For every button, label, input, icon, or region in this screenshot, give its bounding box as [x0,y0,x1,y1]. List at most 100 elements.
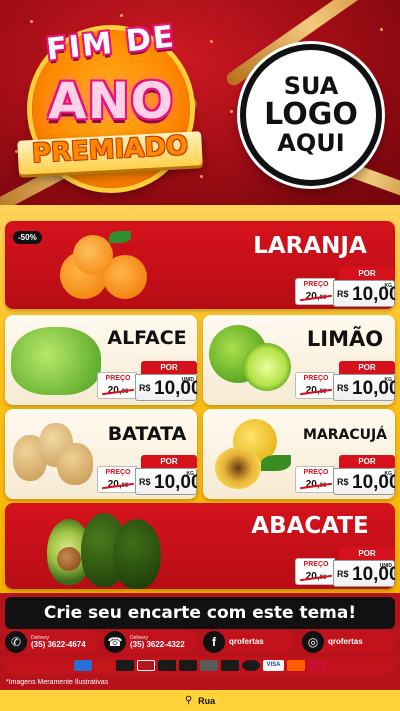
contact-value: (35) 3622-4322 [130,639,185,649]
por-label: POR [339,267,395,280]
product-name: ABACATE [251,513,369,539]
product-card-abacate[interactable]: ABACATE POR PREÇO 20,00 R$ 10,00 UNID [5,503,395,589]
lime-slice-icon [243,343,291,391]
contact-instagram[interactable]: ◎ qrofertas [302,631,395,653]
logo-line: SUA [283,72,339,101]
price-tag: POR PREÇO 20,00 R$ 10,00 UNID [295,547,395,587]
product-name: ALFACE [107,327,187,349]
sparkle [120,14,123,17]
leaf-icon [109,231,131,243]
logo-line: LOGO [264,97,358,133]
unit-label: UNID [379,563,392,569]
por-label: POR [141,455,197,468]
product-card-laranja[interactable]: -50% LARANJA POR PREÇO 20,00 R$ 10,00 KG [5,221,395,309]
currency: R$ [139,383,151,393]
currency: R$ [337,569,349,579]
new-price-box: R$ 10,00 KG [333,374,395,401]
sparkle [380,28,383,31]
logo-placeholder[interactable]: SUA LOGO AQUI [240,44,382,186]
whatsapp-icon: ✆ [5,631,27,653]
contact-whatsapp[interactable]: ✆ Delivery (35) 3622-4674 [5,631,99,653]
product-card-limao[interactable]: LIMÃO POR PREÇO 20,00 R$ 10,00 KG [203,315,395,405]
sparkle [30,20,33,23]
preco-label: PREÇO [303,561,329,568]
elo-icon [116,660,135,671]
leaf-icon [261,455,291,471]
new-price-box: R$ 10,00 UNID [333,560,395,587]
phone-icon: ☎ [104,631,126,653]
hipercard-icon [137,660,156,671]
preco-label: PREÇO [105,469,131,476]
currency: R$ [337,289,349,299]
old-price-box: PREÇO 20,00 [97,372,137,399]
price-tag: POR PREÇO 20,00 R$ 10,00 UNID [97,361,197,401]
pix-icon [179,660,198,671]
new-price-box: R$ 10,00 UNID [135,374,197,401]
disclaimer: *Imagens Meramente Ilustrativas [6,679,109,686]
amex-icon [74,660,93,671]
flyer-page: FIM DE ANO PREMIADO SUA LOGO AQUI -50% L… [0,0,400,711]
old-price-box: PREÇO 20,00 [97,466,137,493]
old-price-box: PREÇO 20,00 [295,558,335,585]
payment-methods: VISA [5,657,395,674]
card-red-icon [95,660,114,671]
old-price-box: PREÇO 20,00 [295,278,335,305]
avocado-seed-icon [57,547,81,571]
por-label: POR [339,455,395,468]
logo-line: AQUI [277,128,345,157]
price-tag: POR PREÇO 20,00 R$ 10,00 KG [295,455,395,495]
sparkle [230,110,233,113]
contact-value: qrofertas [229,637,264,646]
new-price-box: R$ 10,00 KG [333,468,395,495]
preco-label: PREÇO [303,281,329,288]
instagram-icon: ◎ [302,631,324,653]
unit-label: KG [186,471,195,477]
preco-label: PREÇO [105,375,131,382]
old-price-box: PREÇO 20,00 [295,466,335,493]
new-price-box: R$ 10,00 KG [135,468,197,495]
facebook-icon: f [203,631,225,653]
passion-fruit-half-icon [215,447,261,489]
lettuce-icon [11,327,101,395]
sparkle [210,40,213,43]
avocado-icon [113,519,161,589]
location-pin-icon: ⚲ [184,695,193,706]
card-icon [158,660,177,671]
orange-icon [73,235,113,275]
products-area: -50% LARANJA POR PREÇO 20,00 R$ 10,00 KG [0,205,400,593]
cta-banner[interactable]: Crie seu encarte com este tema! [5,597,395,629]
unit-label: KG [384,377,393,383]
new-price-box: R$ 10,00 KG [333,280,395,307]
por-label: POR [339,361,395,374]
discount-badge: -50% [13,231,42,244]
contact-value: (35) 3622-4674 [31,639,86,649]
coin-icon [242,660,261,671]
address-text: Rua [198,695,216,706]
por-label: POR [141,361,197,374]
product-card-maracuja[interactable]: MARACUJÁ POR PREÇO 20,00 R$ 10,00 KG [203,409,395,499]
por-label: POR [339,547,395,560]
contact-facebook[interactable]: f qrofertas [203,631,295,653]
product-card-batata[interactable]: BATATA POR PREÇO 20,00 R$ 10,00 KG [5,409,197,499]
contact-label: Delivery [130,634,149,641]
preco-label: PREÇO [303,375,329,382]
header-banner: FIM DE ANO PREMIADO SUA LOGO AQUI [0,0,400,205]
product-name: LIMÃO [306,327,384,351]
title-main: ANO [47,72,175,130]
redshop-icon [307,660,326,671]
visa-icon: VISA [263,660,284,671]
currency: R$ [337,383,349,393]
contact-value: qrofertas [328,637,363,646]
product-name: LARANJA [253,233,367,259]
product-card-alface[interactable]: ALFACE POR PREÇO 20,00 R$ 10,00 UNID [5,315,197,405]
contact-phone[interactable]: ☎ Delivery (35) 3622-4322 [104,631,198,653]
address-bar: ⚲ Rua [0,690,400,711]
preco-label: PREÇO [303,469,329,476]
mastercard-icon [286,660,305,671]
unit-label: UNID [181,377,194,383]
price-tag: POR PREÇO 20,00 R$ 10,00 KG [295,361,395,401]
product-name: MARACUJÁ [302,427,388,443]
currency: R$ [337,477,349,487]
contacts-bar: ✆ Delivery (35) 3622-4674 ☎ Delivery (35… [0,631,400,655]
card-dark-icon [221,660,240,671]
